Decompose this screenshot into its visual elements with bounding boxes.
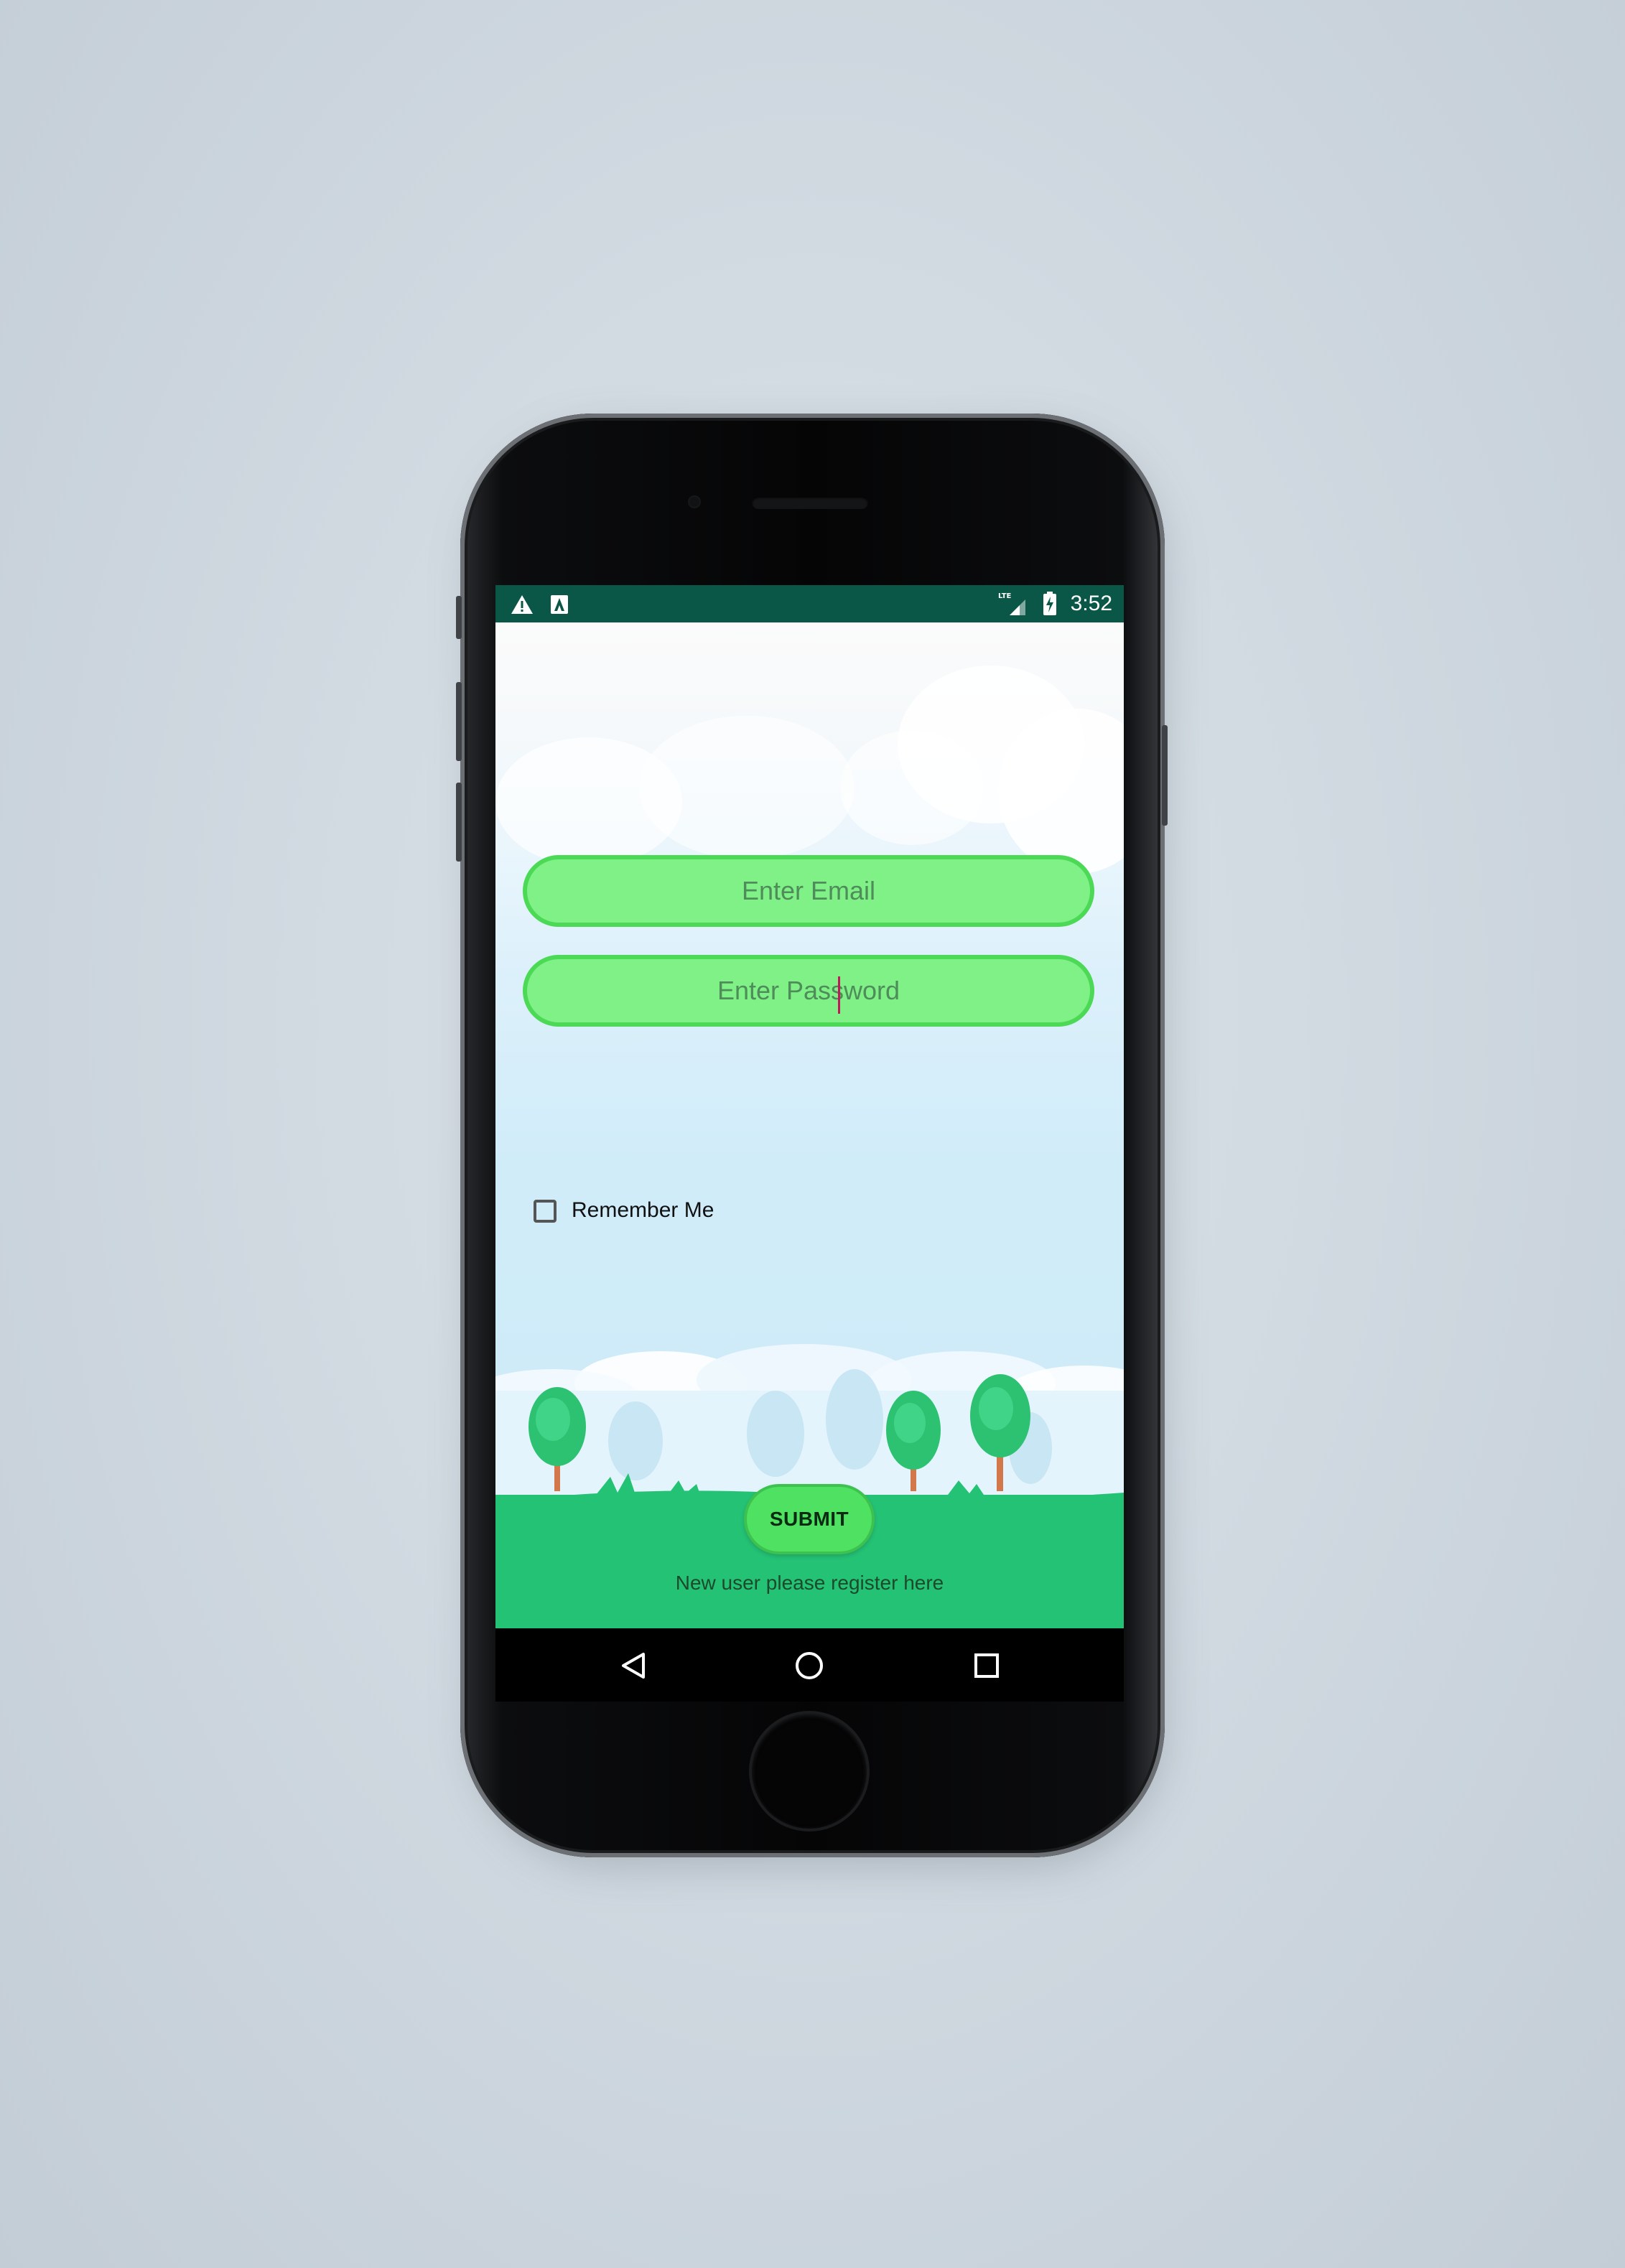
battery-charging-icon	[1043, 592, 1056, 615]
submit-button[interactable]: SUBMIT	[744, 1484, 875, 1554]
home-button	[752, 1714, 867, 1829]
text-cursor	[838, 976, 840, 1014]
recents-icon[interactable]	[969, 1648, 1004, 1683]
login-screen: Enter Email Enter Password Remember Me S…	[495, 622, 1124, 1628]
warning-icon	[511, 595, 533, 614]
back-icon[interactable]	[616, 1648, 651, 1683]
mute-switch	[456, 596, 462, 639]
lte-signal-icon: LTE	[998, 592, 1025, 615]
cloud-decoration	[639, 716, 855, 859]
email-field[interactable]: Enter Email	[523, 855, 1094, 927]
email-placeholder: Enter Email	[741, 876, 876, 905]
phone-screen: LTE 3:52 Enter Email Enter Password Reme…	[495, 585, 1124, 1702]
status-bar: LTE 3:52	[495, 585, 1124, 622]
password-placeholder: Enter Password	[717, 976, 900, 1005]
a-notification-icon	[551, 595, 568, 614]
remember-me-label[interactable]: Remember Me	[572, 1198, 714, 1223]
volume-down-button	[456, 783, 462, 862]
register-link[interactable]: New user please register here	[495, 1572, 1124, 1595]
remember-me-checkbox[interactable]	[534, 1200, 557, 1223]
svg-text:LTE: LTE	[998, 592, 1012, 600]
earpiece-speaker	[752, 496, 868, 509]
volume-up-button	[456, 682, 462, 761]
home-icon[interactable]	[792, 1648, 827, 1683]
front-camera	[688, 495, 701, 508]
power-button	[1162, 725, 1168, 826]
clock-text: 3:52	[1070, 592, 1112, 615]
password-field[interactable]: Enter Password	[523, 955, 1094, 1027]
cloud-decoration	[840, 730, 984, 845]
navigation-bar	[495, 1628, 1124, 1702]
